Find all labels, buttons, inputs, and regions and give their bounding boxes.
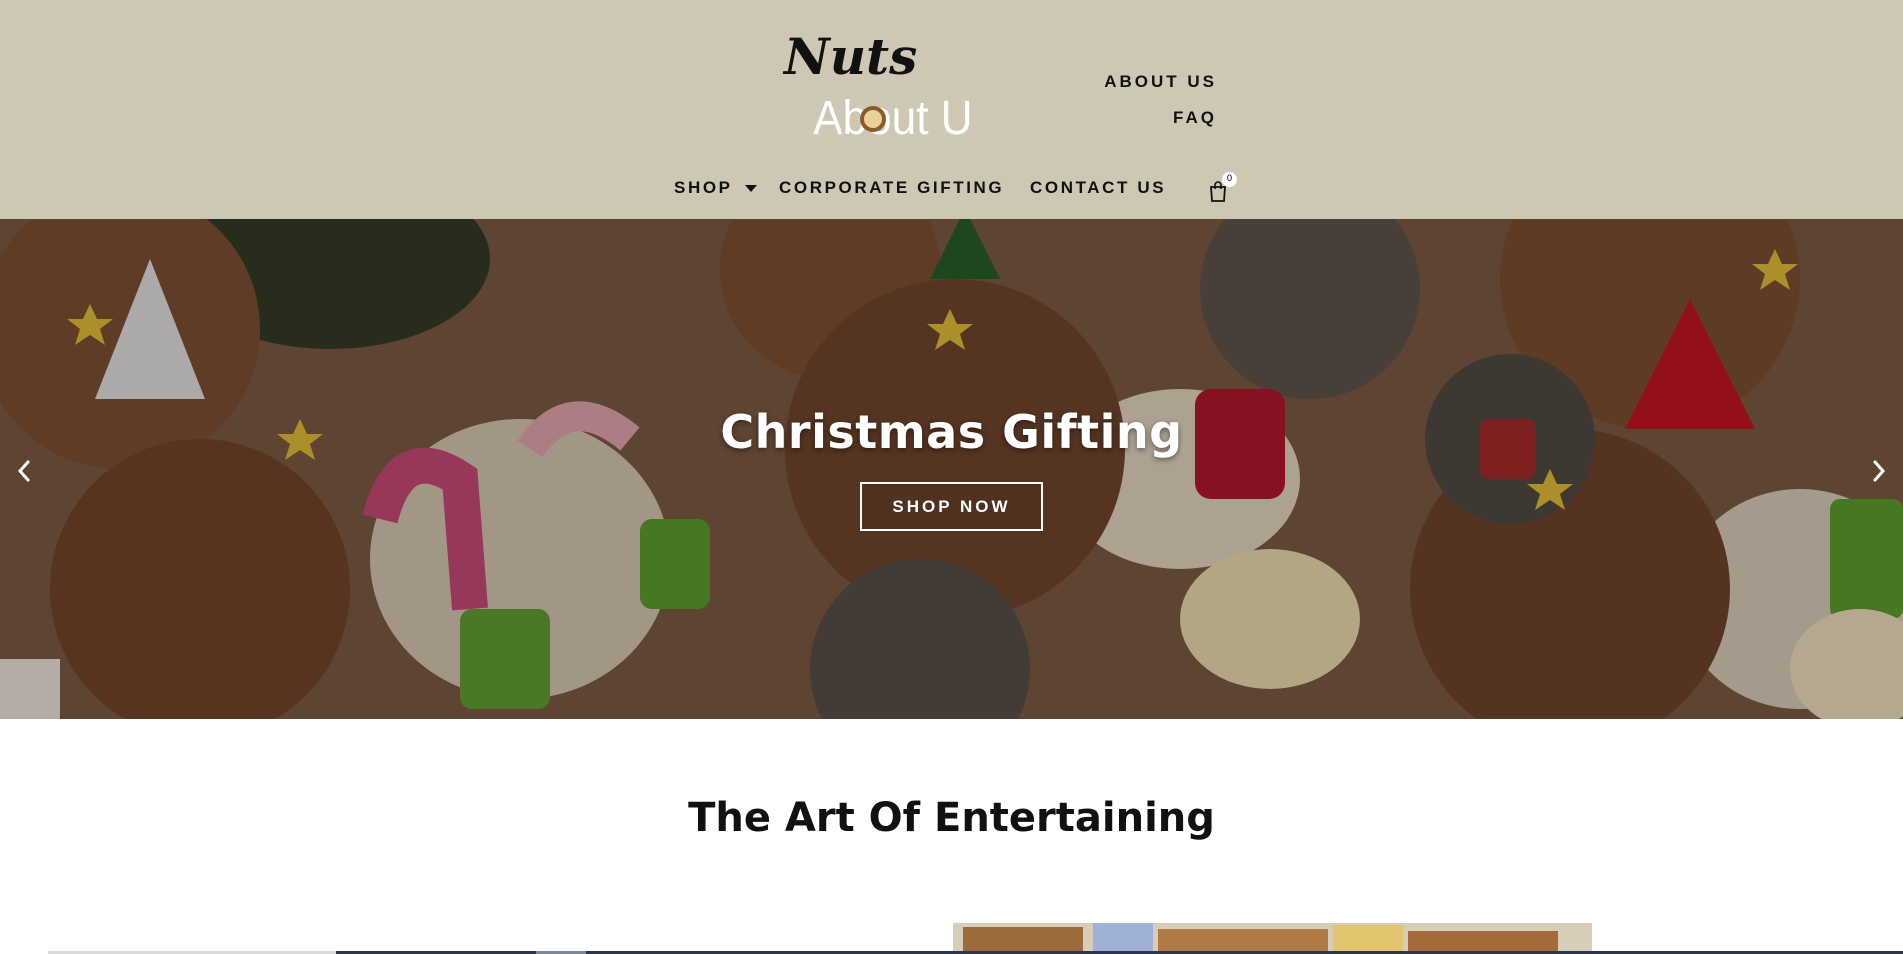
slider-prev-arrow[interactable] [10,455,38,487]
hero-slider: Christmas Gifting SHOP NOW [0,219,1903,719]
chevron-left-icon [17,460,30,482]
about-us-link[interactable]: ABOUT US [1104,72,1217,92]
nuts-about-u-logo: Nuts About U [782,27,973,142]
nav-shop[interactable]: SHOP [674,178,757,198]
site-logo[interactable]: Nuts About U [780,24,986,142]
cart-button[interactable]: 0 [1209,172,1237,202]
nav-shop-label: SHOP [674,178,733,197]
hero-overlay [0,219,1903,719]
chevron-right-icon [1873,460,1886,482]
nav-contact-us[interactable]: CONTACT US [1030,178,1166,198]
main-navigation: SHOP CORPORATE GIFTING CONTACT US [0,178,1903,202]
shop-now-button[interactable]: SHOP NOW [860,482,1043,531]
section-title: The Art Of Entertaining [688,795,1215,841]
nav-corporate-gifting[interactable]: CORPORATE GIFTING [779,178,1004,198]
site-header: Nuts About U ABOUT US FAQ SHOP CORPORATE… [0,0,1903,219]
hero-title: Christmas Gifting [720,405,1183,459]
svg-text:Nuts: Nuts [782,27,917,86]
slider-next-arrow[interactable] [1865,455,1893,487]
entertaining-image [953,923,1592,954]
caret-down-icon[interactable] [744,184,757,192]
cart-count-badge: 0 [1222,172,1237,187]
svg-text:About U: About U [813,90,973,142]
faq-link[interactable]: FAQ [1173,108,1217,128]
